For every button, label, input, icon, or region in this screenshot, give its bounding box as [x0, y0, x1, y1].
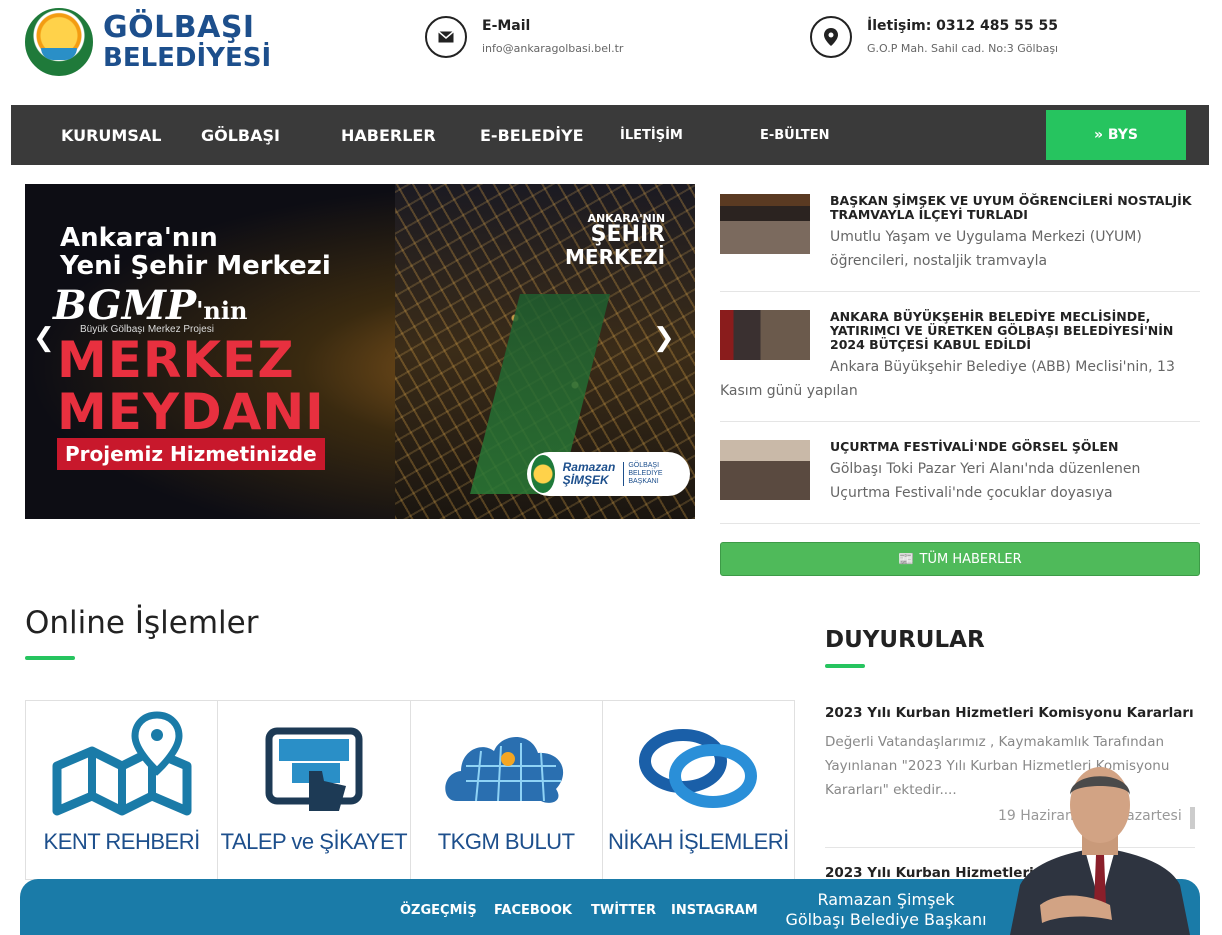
mayor-badge: Ramazan ŞİMŞEK GÖLBAŞI BELEDİYE BAŞKANI: [527, 452, 690, 496]
slider-merkez: MERKEZ: [57, 331, 295, 389]
logo-line2: BELEDİYESİ: [103, 43, 272, 73]
tablet-touch-icon: [218, 711, 409, 821]
nav-kurumsal[interactable]: KURUMSAL: [61, 126, 161, 145]
logo-line1: GÖLBAŞI: [103, 10, 255, 45]
nav-haberler[interactable]: HABERLER: [341, 126, 436, 145]
slider-line1: Ankara'nın: [60, 223, 218, 253]
news-item[interactable]: ANKARA BÜYÜKŞEHİR BELEDİYE MECLİSİNDE, Y…: [720, 310, 1200, 422]
link-twitter[interactable]: TWİTTER: [591, 903, 656, 918]
phone-title[interactable]: İletişim: 0312 485 55 55: [867, 18, 1058, 34]
slider-next-arrow-icon[interactable]: ❯: [653, 322, 675, 353]
announcement-title[interactable]: 2023 Yılı Kurban Hizmetleri Komisyonu Ka…: [825, 705, 1194, 721]
map-icon: [26, 711, 217, 821]
email-title: E-Mail: [482, 18, 531, 34]
newspaper-icon: 📰: [898, 551, 915, 567]
header: GÖLBAŞI BELEDİYESİ E-Mail info@ankaragol…: [0, 0, 1222, 105]
slider-line2: Yeni Şehir Merkezi: [60, 251, 331, 281]
news-thumbnail[interactable]: [720, 194, 810, 254]
logo[interactable]: GÖLBAŞI BELEDİYESİ: [25, 8, 271, 76]
sehir-merkezi-logo: ANKARA'NIN ŞEHİR MERKEZİ: [565, 212, 666, 269]
page: GÖLBAŞI BELEDİYESİ E-Mail info@ankaragol…: [0, 0, 1222, 935]
cloud-map-icon: [411, 711, 602, 821]
tile-kent-rehberi[interactable]: KENT REHBERİ: [26, 701, 219, 879]
rings-icon: [603, 711, 794, 821]
news-item[interactable]: UÇURTMA FESTİVALİ'NDE GÖRSEL ŞÖLEN Gölba…: [720, 440, 1200, 524]
slider-bgmp: BGMP'nin: [53, 282, 248, 329]
email-address[interactable]: info@ankaragolbasi.bel.tr: [482, 42, 623, 55]
seal-icon: [531, 455, 555, 493]
main-navbar: KURUMSAL GÖLBAŞI HABERLER E-BELEDİYE İLE…: [11, 105, 1209, 165]
address-text: G.O.P Mah. Sahil cad. No:3 Gölbaşı: [867, 42, 1059, 55]
news-title[interactable]: BAŞKAN ŞİMŞEK VE UYUM ÖĞRENCİLERİ NOSTAL…: [830, 194, 1200, 222]
mayor-name: Ramazan Şimşek: [817, 890, 955, 909]
news-title[interactable]: ANKARA BÜYÜKŞEHİR BELEDİYE MECLİSİNDE, Y…: [830, 310, 1200, 352]
phone-contact: İletişim: 0312 485 55 55 G.O.P Mah. Sahi…: [810, 16, 1058, 58]
hero-slider[interactable]: Ankara'nın Yeni Şehir Merkezi BGMP'nin B…: [25, 184, 695, 519]
all-news-button[interactable]: 📰 TÜM HABERLER: [720, 542, 1200, 576]
news-title[interactable]: UÇURTMA FESTİVALİ'NDE GÖRSEL ŞÖLEN: [830, 440, 1200, 454]
online-title-accent: [25, 656, 75, 660]
nav-e-bulten[interactable]: E-BÜLTEN: [760, 128, 830, 143]
duyurular-title: DUYURULAR: [825, 627, 985, 653]
online-services: KENT REHBERİ TALEP ve ŞİKAYET TKGM BULUT…: [25, 700, 795, 880]
email-contact: E-Mail info@ankaragolbasi.bel.tr: [425, 16, 623, 58]
municipality-seal-icon: [25, 8, 93, 76]
bys-button[interactable]: » BYS: [1046, 110, 1186, 160]
slider-prev-arrow-icon[interactable]: ❮: [33, 322, 55, 353]
map-pin-icon: [810, 16, 852, 58]
news-thumbnail[interactable]: [720, 440, 810, 500]
news-item[interactable]: BAŞKAN ŞİMŞEK VE UYUM ÖĞRENCİLERİ NOSTAL…: [720, 194, 1200, 292]
nav-golbasi[interactable]: GÖLBAŞI: [201, 126, 280, 145]
news-thumbnail[interactable]: [720, 310, 810, 360]
tile-talep-sikayet[interactable]: TALEP ve ŞİKAYET: [218, 701, 411, 879]
nav-iletisim[interactable]: İLETİŞİM: [620, 128, 683, 143]
mayor-portrait: [1000, 755, 1200, 935]
nav-e-belediye[interactable]: E-BELEDİYE: [480, 126, 584, 145]
duyurular-accent: [825, 664, 865, 668]
mayor-role: Gölbaşı Belediye Başkanı: [785, 910, 987, 929]
link-facebook[interactable]: FACEBOOK: [494, 903, 572, 918]
link-ozgecmis[interactable]: ÖZGEÇMİŞ: [400, 903, 477, 918]
envelope-icon: [425, 16, 467, 58]
slider-projemiz: Projemiz Hizmetinizde: [57, 438, 325, 470]
slider-meydani: MEYDANI: [57, 383, 325, 441]
tile-nikah-islemleri[interactable]: NİKAH İŞLEMLERİ: [602, 701, 794, 879]
link-instagram[interactable]: INSTAGRAM: [671, 903, 758, 918]
online-title: Online İşlemler: [25, 605, 259, 641]
tile-tkgm-bulut[interactable]: TKGM BULUT: [410, 701, 603, 879]
